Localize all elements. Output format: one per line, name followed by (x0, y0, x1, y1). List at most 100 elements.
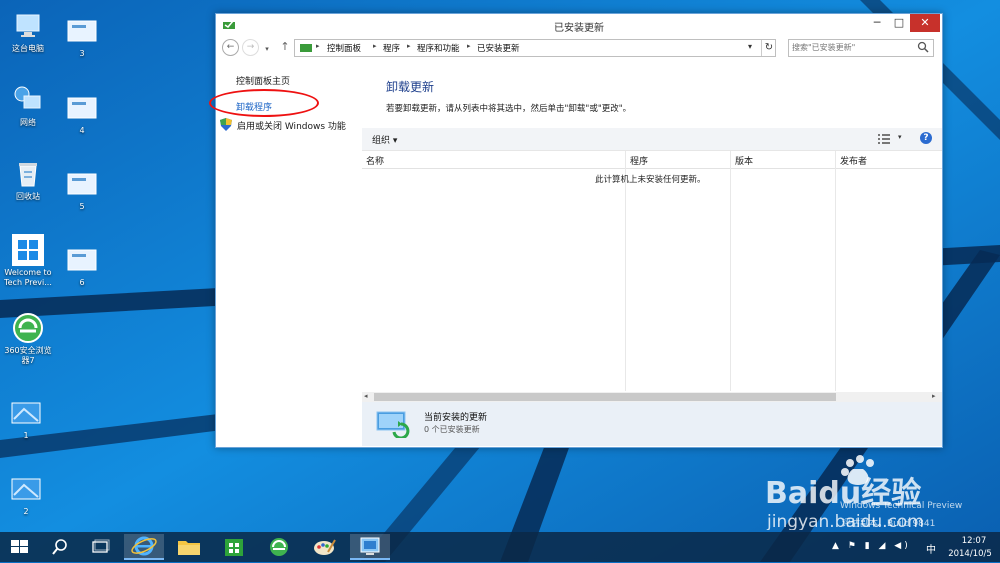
input-method-indicator[interactable]: 中 (926, 541, 936, 556)
content-pane: 卸载更新 若要卸载更新，请从列表中将其选中，然后单击"卸载"或"更改"。 组织 … (362, 60, 942, 446)
column-header-name[interactable]: 名称 (366, 154, 384, 167)
clock-time[interactable]: 12:07 (950, 536, 998, 546)
taskbar-360-browser[interactable] (259, 534, 299, 560)
windows-logo-icon (12, 234, 44, 266)
installed-updates-window: 已安装更新 ─ □ ✕ ← → ▾ ↑ ▸ 控制面板 ▸ 程序 ▸ 程序和功能 … (209, 13, 943, 448)
image-file-icon (11, 402, 41, 424)
folder-icon (178, 541, 200, 555)
windows-features-link[interactable]: 启用或关闭 Windows 功能 (237, 119, 346, 132)
updates-icon (376, 411, 410, 438)
list-header: 名称 程序 版本 发布者 (362, 151, 942, 169)
scrollbar-thumb[interactable] (374, 393, 836, 401)
breadcrumb-separator-icon: ▸ (373, 42, 377, 50)
desktop-icon-network[interactable]: 网络 (3, 84, 53, 128)
search-box[interactable] (788, 39, 934, 57)
column-header-program[interactable]: 程序 (630, 154, 648, 167)
taskbar: ▲ ⚑ ▮ ◢ ◀) 中 12:07 2014/10/5 (0, 532, 1000, 562)
desktop-icon-3[interactable]: 3 (57, 15, 107, 59)
taskbar-search-button[interactable] (40, 534, 80, 560)
scroll-right-icon[interactable]: ▸ (932, 392, 936, 400)
help-icon[interactable]: ? (920, 132, 932, 144)
recycle-bin-icon (19, 163, 37, 187)
column-divider (625, 151, 626, 391)
column-header-version[interactable]: 版本 (735, 154, 753, 167)
internet-explorer-icon (131, 536, 157, 556)
address-bar[interactable]: ▸ 控制面板 ▸ 程序 ▸ 程序和功能 ▸ 已安装更新 ▾ ↻ (294, 39, 776, 57)
taskbar-paint[interactable] (304, 534, 344, 560)
breadcrumb-programs[interactable]: 程序 (383, 42, 400, 54)
clock-date[interactable]: 2014/10/5 (942, 549, 998, 559)
search-input[interactable] (792, 41, 912, 53)
image-file-icon (67, 249, 97, 271)
uninstall-program-link[interactable]: 卸载程序 (236, 100, 272, 113)
os-watermark-line2: 评估副本。Build 9841 (842, 519, 936, 529)
details-pane: 当前安装的更新 0 个已安装更新 (362, 402, 942, 446)
minimize-button[interactable]: ─ (866, 14, 888, 32)
start-button[interactable] (0, 534, 40, 560)
organize-button[interactable]: 组织 ▾ (372, 133, 397, 146)
desktop-icon-this-pc[interactable]: 这台电脑 (3, 10, 53, 54)
360-browser-icon (270, 538, 288, 556)
system-tray-icons[interactable]: ▲ ⚑ ▮ ◢ ◀) (832, 541, 911, 551)
image-file-icon (67, 97, 97, 119)
column-divider (730, 151, 731, 391)
details-count: 0 个已安装更新 (424, 425, 480, 434)
breadcrumb-installed-updates[interactable]: 已安装更新 (477, 42, 520, 54)
scroll-left-icon[interactable]: ◂ (364, 392, 368, 400)
taskbar-file-explorer[interactable] (169, 534, 209, 560)
image-file-icon (67, 20, 97, 42)
view-dropdown-icon[interactable]: ▾ (898, 133, 902, 141)
breadcrumb-separator-icon: ▸ (316, 42, 320, 50)
breadcrumb-programs-features[interactable]: 程序和功能 (417, 42, 460, 54)
column-divider (835, 151, 836, 391)
taskbar-internet-explorer[interactable] (124, 534, 164, 560)
shield-icon (220, 118, 232, 131)
back-button[interactable]: ← (222, 39, 239, 56)
os-watermark-line1: Windows Technical Preview (840, 501, 963, 511)
desktop-icon-4[interactable]: 4 (57, 92, 107, 136)
desktop-icon-6[interactable]: 6 (57, 244, 107, 288)
desktop-icon-label: 4 (79, 126, 85, 135)
page-description: 若要卸载更新，请从列表中将其选中，然后单击"卸载"或"更改"。 (386, 104, 632, 114)
desktop-icon-1[interactable]: 1 (1, 397, 51, 441)
maximize-button[interactable]: □ (888, 14, 910, 32)
desktop-icon-5[interactable]: 5 (57, 168, 107, 212)
command-bar: 组织 ▾ ▾ ? (362, 128, 942, 151)
task-view-button[interactable] (80, 534, 120, 560)
recent-locations-dropdown[interactable]: ▾ (263, 42, 271, 53)
network-icon (14, 86, 41, 109)
search-icon[interactable] (917, 41, 929, 53)
desktop-icon-360-browser[interactable]: 360安全浏览器7 (3, 312, 53, 366)
image-file-icon (67, 173, 97, 195)
desktop-icon-label: 回收站 (16, 192, 40, 201)
refresh-button[interactable]: ↻ (761, 40, 776, 56)
title-bar[interactable]: 已安装更新 ─ □ ✕ (216, 14, 942, 36)
control-panel-icon (300, 44, 312, 52)
desktop-icon-label: 2 (23, 507, 29, 516)
close-button[interactable]: ✕ (910, 14, 940, 32)
desktop-icon-welcome[interactable]: Welcome to Tech Previ... (3, 234, 53, 288)
breadcrumb-control-panel[interactable]: 控制面板 (327, 42, 361, 54)
desktop-icon-2[interactable]: 2 (1, 473, 51, 517)
forward-button[interactable]: → (242, 39, 259, 56)
task-view-icon (92, 539, 110, 553)
desktop-icon-label: 1 (23, 431, 29, 440)
desktop-icon-recycle-bin[interactable]: 回收站 (3, 158, 53, 202)
taskbar-store[interactable] (214, 534, 254, 560)
empty-list-message: 此计算机上未安装任何更新。 (595, 175, 706, 185)
up-button[interactable]: ↑ (279, 41, 291, 53)
control-panel-home-link[interactable]: 控制面板主页 (236, 74, 290, 87)
search-icon (52, 539, 67, 555)
360-browser-icon (13, 313, 43, 343)
view-options-icon[interactable] (878, 133, 890, 144)
column-header-publisher[interactable]: 发布者 (840, 154, 867, 167)
horizontal-scrollbar[interactable]: ◂ ▸ (362, 392, 942, 402)
updates-list: 名称 程序 版本 发布者 此计算机上未安装任何更新。 (362, 151, 942, 391)
windows-start-icon (11, 540, 28, 553)
window-title: 已安装更新 (554, 23, 604, 34)
navigation-pane: 控制面板主页 卸载程序 启用或关闭 Windows 功能 (209, 60, 362, 446)
address-history-dropdown[interactable]: ▾ (748, 42, 752, 51)
paint-icon (314, 539, 336, 555)
desktop-icon-label: 网络 (20, 118, 36, 127)
taskbar-control-panel[interactable] (350, 534, 390, 560)
